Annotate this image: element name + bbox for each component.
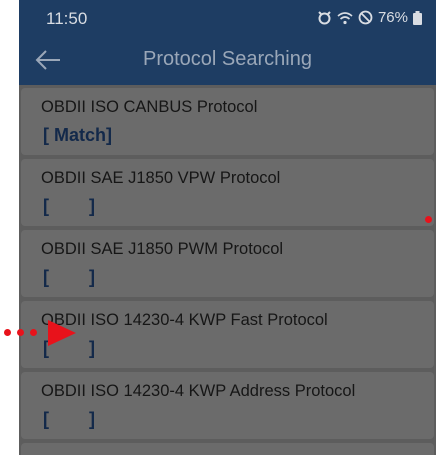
protocol-label: OBDII ISO 14230-4 KWP Address Protocol	[41, 382, 356, 400]
protocol-label: OBDII ISO 14230-4 KWP Fast Protocol	[41, 311, 328, 329]
protocol-item[interactable]: OBDII ISO 14230-4 KWP Fast Protocol [ ]	[21, 301, 434, 368]
pointer-arrow-icon	[48, 320, 76, 346]
page-title: Protocol Searching	[143, 48, 312, 70]
phone-screen: 11:50 76% Protocol Searching OBDII ISO C…	[19, 0, 436, 455]
wifi-icon	[337, 11, 353, 24]
alarm-icon	[318, 11, 331, 25]
protocol-item[interactable]: OBDII ISO 14230-4 KWP Address Protocol […	[21, 372, 434, 439]
protocol-status: [ ]	[43, 267, 95, 287]
do-not-disturb-icon	[358, 10, 373, 25]
protocol-item[interactable]: OBDII SAE J1850 PWM Protocol [ ]	[21, 230, 434, 297]
annotation-dot	[4, 329, 11, 336]
app-bar: Protocol Searching	[19, 35, 436, 85]
protocol-label: OBDII SAE J1850 PWM Protocol	[41, 240, 284, 258]
status-time: 11:50	[46, 9, 88, 28]
protocol-status: [ Match]	[43, 125, 112, 145]
annotation-dot	[30, 329, 37, 336]
battery-icon	[413, 10, 422, 25]
battery-percent: 76%	[377, 9, 408, 26]
status-bar: 11:50 76%	[19, 0, 436, 35]
protocol-status: [ ]	[43, 196, 95, 216]
annotation-dot	[425, 216, 432, 223]
protocol-label: OBDII SAE J1850 VPW Protocol	[41, 169, 281, 187]
status-icons: 76%	[317, 9, 422, 26]
protocol-label: OBDII ISO CANBUS Protocol	[41, 98, 258, 116]
protocol-item[interactable]: OBDII ISO CANBUS Protocol [ Match]	[21, 88, 434, 155]
protocol-item-partial[interactable]	[21, 443, 434, 455]
protocol-status: [ ]	[43, 409, 95, 429]
annotation-dot	[17, 329, 24, 336]
protocol-item[interactable]: OBDII SAE J1850 VPW Protocol [ ]	[21, 159, 434, 226]
